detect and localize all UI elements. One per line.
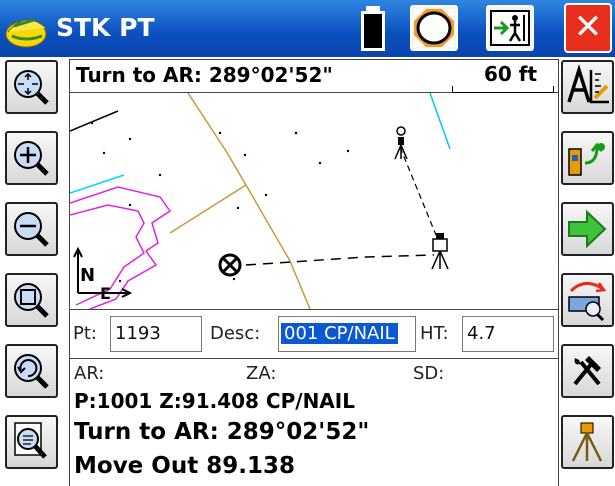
close-button[interactable]: ✕ xyxy=(564,3,612,53)
zoom-previous-button[interactable] xyxy=(5,344,58,398)
stakeout-readout: AR: ZA: SD: P:1001 Z:91.408 CP/NAIL Turn… xyxy=(69,359,559,486)
north-label: N xyxy=(80,265,95,286)
desc-label: Desc: xyxy=(210,323,261,344)
title-bar: STK PT ✕ xyxy=(0,0,615,57)
battery-icon xyxy=(360,4,386,52)
instrument-connect-button[interactable] xyxy=(486,5,534,51)
pt-field[interactable]: 1193 xyxy=(110,316,202,352)
zoom-settings-button[interactable] xyxy=(5,415,58,469)
tripod-icon xyxy=(571,422,603,462)
east-label: E xyxy=(100,284,111,303)
point-info-line: P:1001 Z:91.408 CP/NAIL xyxy=(74,389,355,413)
ar-label: AR: xyxy=(74,363,105,384)
cad-toolbar-icon xyxy=(567,64,609,104)
measure-icon xyxy=(568,282,607,322)
sd-label: SD: xyxy=(413,363,445,384)
next-button[interactable] xyxy=(561,202,614,256)
ht-label: HT: xyxy=(420,323,449,344)
desc-field[interactable]: 001 CP/NAIL xyxy=(278,316,416,352)
parcel-lines xyxy=(70,186,172,309)
target-point-icon xyxy=(218,253,242,277)
cad-toolbar-button[interactable] xyxy=(561,60,614,114)
zoom-in-icon xyxy=(14,141,49,176)
road-line xyxy=(169,93,248,234)
zoom-window-icon xyxy=(14,283,49,318)
zoom-out-icon xyxy=(14,212,49,247)
zoom-settings-icon xyxy=(14,422,47,459)
stakeout-setup-button[interactable] xyxy=(561,415,614,469)
tools-icon xyxy=(573,356,601,386)
app-title: STK PT xyxy=(56,13,155,42)
move-out-line: Move Out 89.138 xyxy=(74,453,295,479)
zoom-in-button[interactable] xyxy=(5,131,58,185)
map-scale-bar xyxy=(452,86,554,93)
zoom-extents-icon xyxy=(14,70,49,105)
instrument-setup-button[interactable] xyxy=(561,131,614,185)
zoom-previous-icon xyxy=(14,354,49,389)
zoom-out-button[interactable] xyxy=(5,202,58,256)
north-arrow-icon: N E xyxy=(73,246,133,303)
zoom-extents-button[interactable] xyxy=(5,60,58,114)
measure-button[interactable] xyxy=(561,273,614,327)
tools-button[interactable] xyxy=(561,344,614,398)
turn-to-angle-heading: Turn to AR: 289°02'52" xyxy=(76,63,333,87)
stake-line xyxy=(245,254,435,266)
turn-to-angle-line: Turn to AR: 289°02'52" xyxy=(74,419,370,445)
backsight-tripod-icon xyxy=(394,126,408,160)
pt-label: Pt: xyxy=(73,323,97,344)
backsight-line xyxy=(399,146,437,236)
left-toolbar xyxy=(0,57,66,486)
point-fields: Pt: 1193 Desc: 001 CP/NAIL HT: 4.7 xyxy=(69,309,559,359)
instrument-setup-icon xyxy=(568,142,605,176)
ht-field[interactable]: 4.7 xyxy=(462,316,554,352)
map-view[interactable]: N E xyxy=(69,93,559,309)
next-arrow-icon xyxy=(568,209,607,249)
zoom-window-button[interactable] xyxy=(5,273,58,327)
close-icon: ✕ xyxy=(573,7,603,47)
right-toolbar xyxy=(561,57,615,486)
boundary-line xyxy=(70,110,119,132)
water-line xyxy=(70,174,125,194)
info-bar: Turn to AR: 289°02'52" 60 ft xyxy=(69,59,559,93)
instrument-tripod-icon xyxy=(431,233,449,270)
map-scale-label: 60 ft xyxy=(484,62,538,86)
target-toggle-button[interactable] xyxy=(410,5,458,51)
app-logo-icon[interactable] xyxy=(4,6,62,52)
za-label: ZA: xyxy=(246,363,277,384)
